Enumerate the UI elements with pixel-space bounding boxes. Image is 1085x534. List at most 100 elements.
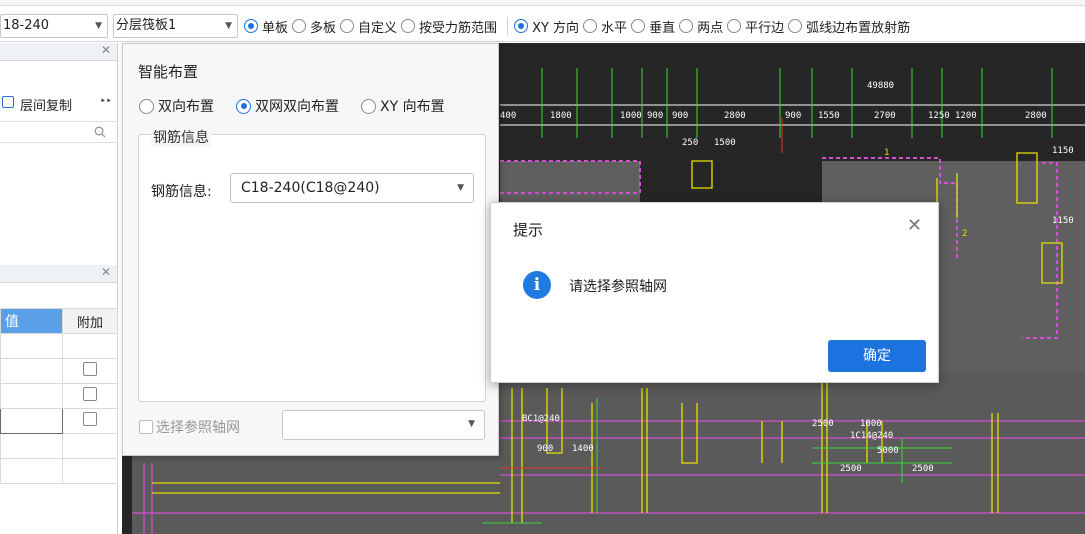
table-cell-active[interactable] bbox=[0, 408, 63, 434]
table-cell[interactable] bbox=[0, 458, 63, 484]
rebar-combo[interactable]: 18-240 ▼ bbox=[0, 14, 108, 38]
layout-radio-group: 单板 多板 自定义 按受力筋范围 XY 方向 水平 垂直 两点 平行边 弧线边布… bbox=[244, 14, 914, 38]
dimension-text: 2500 bbox=[840, 464, 862, 474]
panel-header: ✕ bbox=[0, 43, 117, 61]
addon-checkbox[interactable] bbox=[83, 362, 97, 376]
radio-xy-layout[interactable]: XY 向布置 bbox=[361, 96, 445, 116]
dimension-text: 900 bbox=[647, 111, 663, 121]
radio-dot-icon bbox=[727, 19, 742, 33]
radio-by-stress-range[interactable]: 按受力筋范围 bbox=[401, 17, 497, 36]
radio-double-net-bidirectional[interactable]: 双网双向布置 bbox=[236, 96, 339, 116]
dimension-text: 900 bbox=[537, 444, 553, 454]
dialog-message: 请选择参照轴网 bbox=[569, 279, 667, 295]
rebar-combo-value: 18-240 bbox=[3, 18, 50, 33]
radio-dot-icon bbox=[244, 19, 258, 33]
dimension-text: 2500 bbox=[912, 464, 934, 474]
table-cell bbox=[62, 358, 118, 384]
table-header-row: 值 附加 bbox=[0, 308, 118, 334]
dimension-text: 2800 bbox=[1025, 111, 1047, 121]
layer-combo[interactable]: 分层筏板1 ▼ bbox=[113, 14, 238, 38]
rebar-info-group: 钢筋信息 钢筋信息: C18-240(C18@240) ▼ bbox=[138, 127, 486, 402]
radio-two-points[interactable]: 两点 bbox=[679, 17, 723, 36]
radio-bidirectional[interactable]: 双向布置 bbox=[139, 96, 214, 116]
dimension-text: 400 bbox=[500, 111, 516, 121]
panel-title: 智能布置 bbox=[138, 63, 199, 81]
dimension-text: 1550 bbox=[818, 111, 840, 121]
foundation-beam bbox=[691, 160, 713, 189]
rebar-info-select[interactable]: C18-240(C18@240) ▼ bbox=[230, 173, 474, 203]
close-icon[interactable]: ✕ bbox=[907, 215, 922, 236]
radio-xy-direction[interactable]: XY 方向 bbox=[514, 17, 579, 36]
radio-label: 按受力筋范围 bbox=[419, 20, 498, 36]
radio-single-board[interactable]: 单板 bbox=[244, 17, 288, 36]
radio-label: 两点 bbox=[697, 20, 724, 36]
table-row bbox=[0, 358, 118, 384]
close-icon[interactable]: ✕ bbox=[101, 43, 111, 57]
radio-custom[interactable]: 自定义 bbox=[340, 17, 397, 36]
checkbox-icon bbox=[139, 420, 153, 434]
radio-dot-icon bbox=[788, 19, 803, 33]
search-icon bbox=[94, 126, 106, 138]
table-cell[interactable] bbox=[0, 358, 63, 384]
radio-dot-icon bbox=[679, 19, 694, 33]
table-cell[interactable] bbox=[0, 433, 63, 459]
addon-checkbox[interactable] bbox=[83, 412, 97, 426]
radio-label: 弧线边布置放射筋 bbox=[806, 20, 911, 36]
radio-label: 平行边 bbox=[745, 20, 785, 36]
column-header-value[interactable]: 值 bbox=[0, 308, 63, 334]
rebar-info-value: C18-240(C18@240) bbox=[241, 180, 380, 196]
table-cell bbox=[62, 408, 118, 434]
table-cell[interactable] bbox=[0, 333, 63, 359]
radio-label: 多板 bbox=[310, 20, 337, 36]
radio-dot-icon bbox=[361, 98, 376, 114]
axis-grid-select[interactable]: ▼ bbox=[282, 410, 485, 440]
dimension-text: 49880 bbox=[867, 81, 894, 91]
radio-vertical[interactable]: 垂直 bbox=[631, 17, 675, 36]
table-cell[interactable] bbox=[0, 383, 63, 409]
dimension-text: 1400 bbox=[572, 444, 594, 454]
dimension-text: 1150 bbox=[1052, 146, 1074, 156]
radio-parallel-edge[interactable]: 平行边 bbox=[727, 17, 784, 36]
radio-label: 自定义 bbox=[358, 20, 398, 36]
chevron-down-icon: ▼ bbox=[468, 419, 475, 429]
dimension-text: 900 bbox=[672, 111, 688, 121]
column-header-addon[interactable]: 附加 bbox=[62, 308, 118, 334]
radio-horizontal[interactable]: 水平 bbox=[583, 17, 627, 36]
layer-combo-value: 分层筏板1 bbox=[116, 18, 177, 33]
group-legend: 钢筋信息 bbox=[151, 127, 211, 147]
chevron-down-icon: ▼ bbox=[95, 21, 102, 31]
select-axis-checkbox[interactable]: 选择参照轴网 bbox=[139, 417, 240, 437]
dimension-text: 1000 bbox=[620, 111, 642, 121]
radio-dot-icon bbox=[292, 19, 307, 33]
axis-label: 2 bbox=[962, 229, 967, 239]
panel-header: ✕ bbox=[0, 265, 117, 283]
panel-search-bar[interactable] bbox=[0, 121, 118, 143]
info-icon: i bbox=[523, 271, 551, 299]
layout-mode-radio-group: 双向布置 双网双向布置 XY 向布置 bbox=[139, 96, 467, 116]
dimension-text: 1250 bbox=[928, 111, 950, 121]
radio-arc-edge-radial[interactable]: 弧线边布置放射筋 bbox=[788, 17, 910, 36]
dimension-text: 1150 bbox=[1052, 216, 1074, 226]
close-icon[interactable]: ✕ bbox=[101, 265, 111, 279]
radio-label: 水平 bbox=[601, 20, 628, 36]
property-table: 值 附加 bbox=[0, 308, 118, 484]
radio-label: 双向布置 bbox=[158, 99, 214, 115]
more-icon[interactable]: ‣‣ bbox=[100, 96, 112, 107]
radio-dot-icon bbox=[631, 19, 646, 33]
ok-button[interactable]: 确定 bbox=[828, 340, 926, 372]
radio-label: 单板 bbox=[262, 20, 289, 36]
radio-dot-icon bbox=[514, 19, 529, 33]
addon-checkbox[interactable] bbox=[83, 387, 97, 401]
radio-multi-board[interactable]: 多板 bbox=[292, 17, 336, 36]
dialog-title: 提示 bbox=[513, 221, 544, 239]
toolbar-strip bbox=[0, 0, 1085, 6]
chevron-down-icon: ▼ bbox=[457, 183, 464, 193]
radio-dot-icon bbox=[583, 19, 598, 33]
dimension-text: 1500 bbox=[714, 138, 736, 148]
layer-copy-button[interactable]: 层间复制 ‣‣ bbox=[0, 93, 118, 115]
dimension-text: 5000 bbox=[877, 446, 899, 456]
rebar-label: 1C14@240 bbox=[850, 431, 893, 441]
dimension-text: 2500 bbox=[812, 419, 834, 429]
radio-label: 双网双向布置 bbox=[255, 99, 339, 115]
radio-dot-icon bbox=[340, 19, 355, 33]
